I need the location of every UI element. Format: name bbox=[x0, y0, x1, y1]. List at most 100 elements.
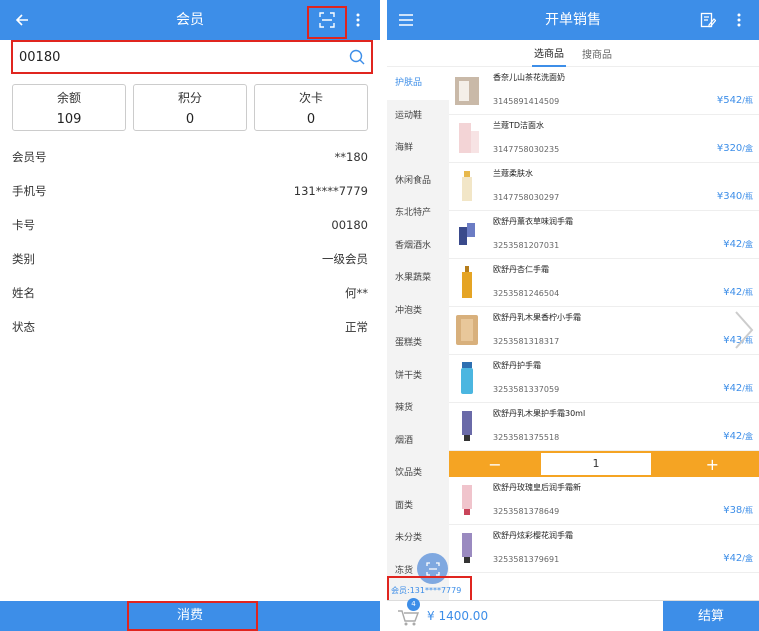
info-row-member-no: 会员号 **180 bbox=[12, 140, 368, 174]
product-name: 欧舒丹薰衣草味润手霜 bbox=[493, 217, 573, 226]
info-label: 卡号 bbox=[12, 218, 35, 232]
info-row-category: 类别 一级会员 bbox=[12, 242, 368, 276]
category-item[interactable]: 冲泡类 bbox=[387, 295, 449, 328]
category-item[interactable]: 香烟酒水 bbox=[387, 230, 449, 263]
cart-count-badge: 4 bbox=[407, 598, 420, 611]
info-label: 类别 bbox=[12, 252, 35, 266]
category-item[interactable]: 水果蔬菜 bbox=[387, 262, 449, 295]
product-image bbox=[453, 529, 481, 567]
product-item[interactable]: 欧舒丹炫彩樱花润手霜 3253581379691 ¥42/盒 bbox=[449, 525, 759, 573]
category-item[interactable]: 烟酒 bbox=[387, 425, 449, 458]
stat-balance[interactable]: 余额 109 bbox=[12, 84, 126, 131]
product-name: 兰蔻柔肤水 bbox=[493, 169, 533, 178]
info-value: 131****7779 bbox=[293, 184, 368, 198]
product-price: ¥542/瓶 bbox=[716, 95, 753, 106]
product-code: 3253581337059 bbox=[493, 385, 560, 394]
info-label: 状态 bbox=[12, 320, 35, 334]
product-code: 3253581246504 bbox=[493, 289, 560, 298]
product-item[interactable]: 兰蔻柔肤水 3147758030297 ¥340/瓶 bbox=[449, 163, 759, 211]
stat-value: 109 bbox=[56, 112, 82, 127]
category-item[interactable]: 饼干类 bbox=[387, 360, 449, 393]
stat-count-card[interactable]: 次卡 0 bbox=[254, 84, 368, 131]
member-topbar: 会员 bbox=[0, 0, 380, 40]
category-item[interactable]: 运动鞋 bbox=[387, 100, 449, 133]
product-name: 欧舒丹杏仁手霜 bbox=[493, 265, 549, 274]
info-label: 会员号 bbox=[12, 150, 47, 164]
scan-icon bbox=[425, 561, 440, 576]
product-price: ¥42/瓶 bbox=[723, 287, 753, 298]
divider bbox=[380, 0, 387, 631]
info-value: 何** bbox=[345, 286, 368, 300]
product-tabs: 选商品 搜商品 bbox=[387, 40, 759, 67]
quantity-field[interactable]: 1 bbox=[541, 453, 651, 475]
info-value: 一级会员 bbox=[322, 252, 368, 266]
search-icon[interactable] bbox=[349, 49, 365, 65]
info-value: 正常 bbox=[345, 320, 368, 334]
info-value: 00180 bbox=[331, 218, 368, 232]
category-item[interactable]: 蛋糕类 bbox=[387, 327, 449, 360]
member-stats: 余额 109 积分 0 次卡 0 bbox=[12, 84, 368, 131]
member-highlight bbox=[387, 576, 472, 602]
member-search-bar bbox=[11, 40, 373, 74]
product-code: 3145891414509 bbox=[493, 97, 560, 106]
product-item[interactable]: 欧舒丹玫瑰皇后润手霜新 3253581378649 ¥38/瓶 bbox=[449, 477, 759, 525]
product-code: 3253581378649 bbox=[493, 507, 560, 516]
stat-label: 次卡 bbox=[298, 91, 323, 105]
plus-button[interactable]: + bbox=[706, 455, 719, 474]
edit-order-icon[interactable] bbox=[697, 0, 719, 40]
category-item[interactable]: 辣货 bbox=[387, 392, 449, 425]
stat-value: 0 bbox=[306, 112, 316, 127]
quantity-stepper: − 1 + bbox=[449, 451, 759, 477]
product-item[interactable]: 欧舒丹乳木果香柠小手霜 3253581318317 ¥43/瓶 bbox=[449, 307, 759, 355]
product-code: 3147758030235 bbox=[493, 145, 560, 154]
product-price: ¥42/瓶 bbox=[723, 383, 753, 394]
product-item[interactable]: 欧舒丹乳木果护手霜30ml 3253581375518 ¥42/盒 bbox=[449, 403, 759, 451]
product-image bbox=[453, 167, 481, 205]
category-item[interactable]: 饮品类 bbox=[387, 457, 449, 490]
product-item[interactable]: 欧舒丹护手霜 3253581337059 ¥42/瓶 bbox=[449, 355, 759, 403]
category-item[interactable]: 休闲食品 bbox=[387, 165, 449, 198]
product-price: ¥320/盒 bbox=[716, 143, 753, 154]
product-image bbox=[453, 481, 481, 519]
product-image bbox=[453, 359, 481, 397]
info-value: **180 bbox=[334, 150, 368, 164]
product-code: 3253581318317 bbox=[493, 337, 560, 346]
product-list: 香奈儿山茶花洗面奶 3145891414509 ¥542/瓶 兰蔻TD洁面水 3… bbox=[449, 67, 759, 600]
sales-screen: 开单销售 选商品 搜商品 护肤品 运动鞋 海鲜 休闲食品 东北特产 香烟酒水 水… bbox=[387, 0, 759, 631]
product-name: 欧舒丹护手霜 bbox=[493, 361, 541, 370]
cart-icon[interactable] bbox=[397, 609, 419, 627]
product-code: 3253581375518 bbox=[493, 433, 560, 442]
product-image bbox=[453, 311, 481, 349]
product-code: 3253581379691 bbox=[493, 555, 560, 564]
product-price: ¥42/盒 bbox=[723, 431, 753, 442]
product-code: 3147758030297 bbox=[493, 193, 560, 202]
category-item[interactable]: 东北特产 bbox=[387, 197, 449, 230]
product-item[interactable]: 兰蔻TD洁面水 3147758030235 ¥320/盒 bbox=[449, 115, 759, 163]
info-label: 姓名 bbox=[12, 286, 35, 300]
stat-label: 积分 bbox=[177, 91, 202, 105]
product-price: ¥42/盒 bbox=[723, 239, 753, 250]
product-name: 兰蔻TD洁面水 bbox=[493, 121, 545, 130]
info-row-card-no: 卡号 00180 bbox=[12, 208, 368, 242]
category-item[interactable]: 面类 bbox=[387, 490, 449, 523]
product-item[interactable]: 欧舒丹杏仁手霜 3253581246504 ¥42/瓶 bbox=[449, 259, 759, 307]
product-price: ¥340/瓶 bbox=[716, 191, 753, 202]
checkout-button[interactable]: 结算 bbox=[663, 601, 759, 631]
product-item[interactable]: 欧舒丹薰衣草味润手霜 3253581207031 ¥42/盒 bbox=[449, 211, 759, 259]
product-name: 欧舒丹乳木果香柠小手霜 bbox=[493, 313, 581, 322]
chevron-right-icon[interactable] bbox=[733, 308, 755, 352]
tab-select-products[interactable]: 选商品 bbox=[532, 40, 566, 67]
stat-points[interactable]: 积分 0 bbox=[133, 84, 247, 131]
product-item[interactable]: 香奈儿山茶花洗面奶 3145891414509 ¥542/瓶 bbox=[449, 67, 759, 115]
member-search-input[interactable] bbox=[19, 49, 349, 65]
more-icon[interactable] bbox=[350, 0, 366, 40]
member-info-list: 会员号 **180 手机号 131****7779 卡号 00180 类别 一级会员 姓… bbox=[12, 140, 368, 344]
category-item[interactable]: 海鲜 bbox=[387, 132, 449, 165]
category-sidebar: 护肤品 运动鞋 海鲜 休闲食品 东北特产 香烟酒水 水果蔬菜 冲泡类 蛋糕类 饼… bbox=[387, 67, 449, 600]
stat-value: 0 bbox=[185, 112, 195, 127]
category-item[interactable]: 护肤品 bbox=[387, 67, 449, 100]
minus-button[interactable]: − bbox=[449, 455, 541, 474]
category-item[interactable]: 未分类 bbox=[387, 522, 449, 555]
more-icon[interactable] bbox=[731, 0, 747, 40]
tab-search-products[interactable]: 搜商品 bbox=[580, 41, 614, 66]
